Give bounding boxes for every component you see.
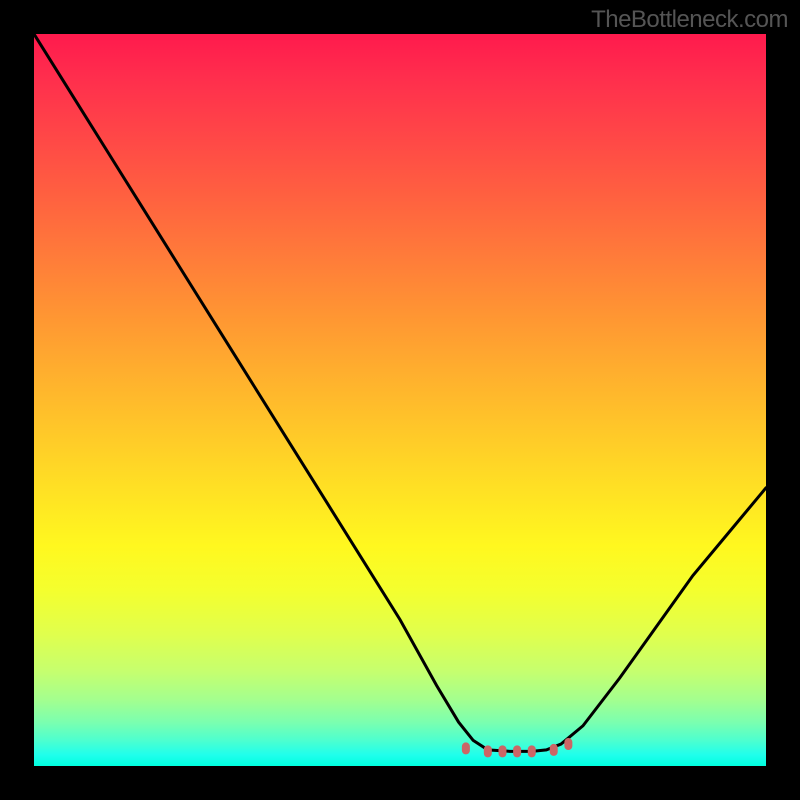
optimal-range-dots <box>462 738 572 757</box>
optimal-marker <box>564 738 572 750</box>
optimal-marker <box>462 742 470 754</box>
optimal-marker <box>550 744 558 756</box>
chart-svg <box>34 34 766 766</box>
optimal-marker <box>513 745 521 757</box>
chart-plot-area <box>34 34 766 766</box>
bottleneck-curve-line <box>34 34 766 751</box>
optimal-marker <box>528 745 536 757</box>
optimal-marker <box>484 745 492 757</box>
watermark-text: TheBottleneck.com <box>591 6 788 34</box>
optimal-marker <box>498 745 506 757</box>
